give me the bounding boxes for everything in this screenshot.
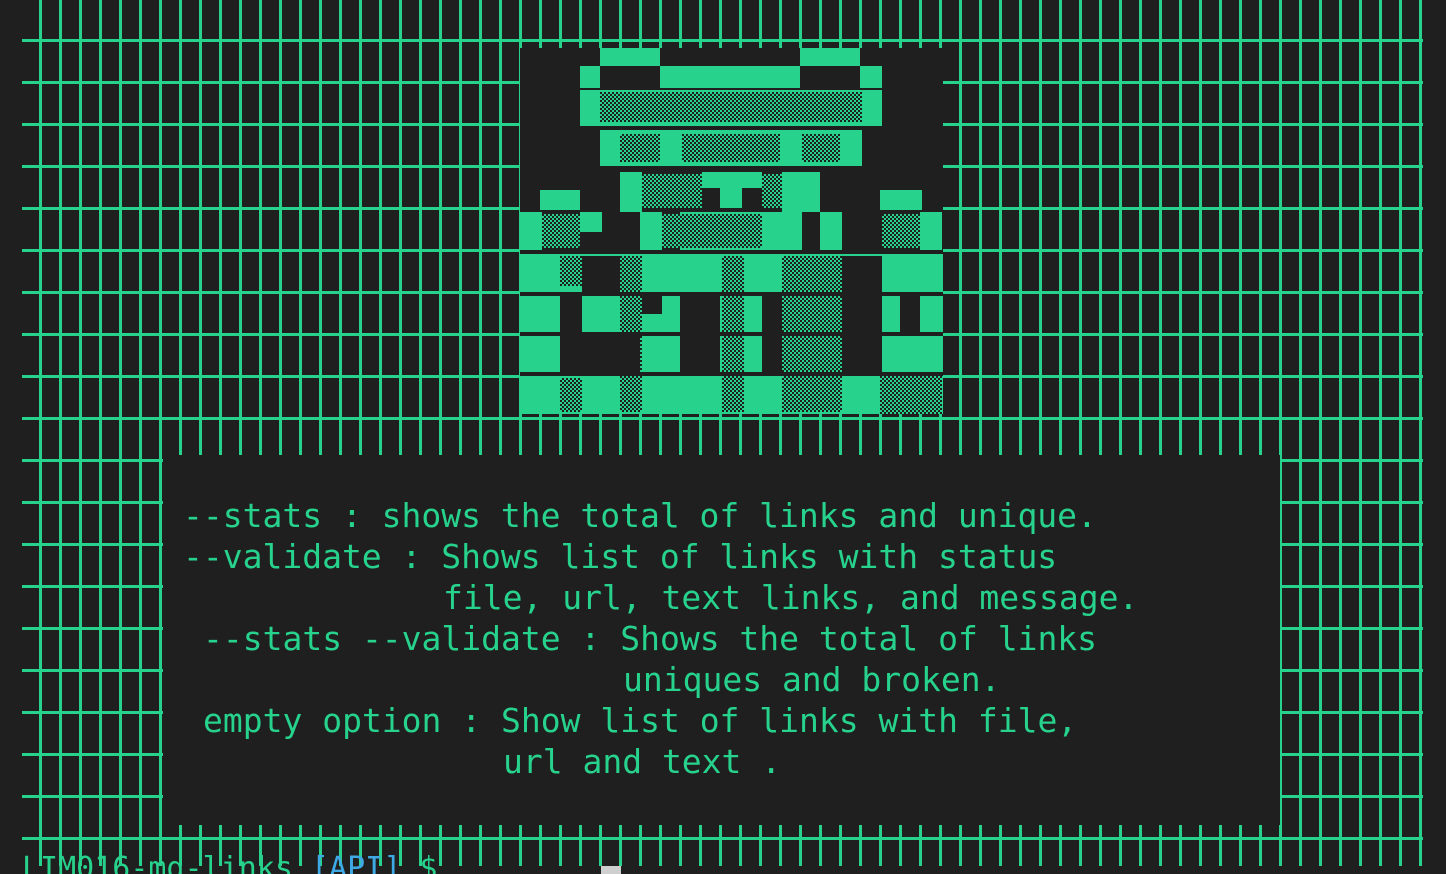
prompt-symbol: $ xyxy=(401,852,456,874)
help-logo xyxy=(520,48,943,414)
prompt-branch: [API] xyxy=(310,852,402,874)
prompt-directory: LIM016-md-links xyxy=(22,852,311,874)
help-line-empty-option-cont: url and text . xyxy=(503,742,782,781)
shell-prompt: LIM016-md-links [API] $ xyxy=(22,852,455,874)
terminal-window[interactable]: --stats : shows the total of links and u… xyxy=(0,0,1446,874)
help-line-validate-cont: file, url, text links, and message. xyxy=(443,578,1139,617)
help-line-stats: --stats : shows the total of links and u… xyxy=(183,496,1097,535)
help-line-validate: --validate : Shows list of links with st… xyxy=(183,537,1058,576)
help-line-stats-validate-cont: uniques and broken. xyxy=(623,660,1001,699)
pixel-art-mascot-help-icon xyxy=(520,48,943,414)
help-text-panel: --stats : shows the total of links and u… xyxy=(163,455,1280,825)
help-line-empty-option: empty option : Show list of links with f… xyxy=(203,701,1078,740)
text-cursor[interactable] xyxy=(601,866,621,874)
help-line-stats-validate: --stats --validate : Shows the total of … xyxy=(203,619,1098,658)
